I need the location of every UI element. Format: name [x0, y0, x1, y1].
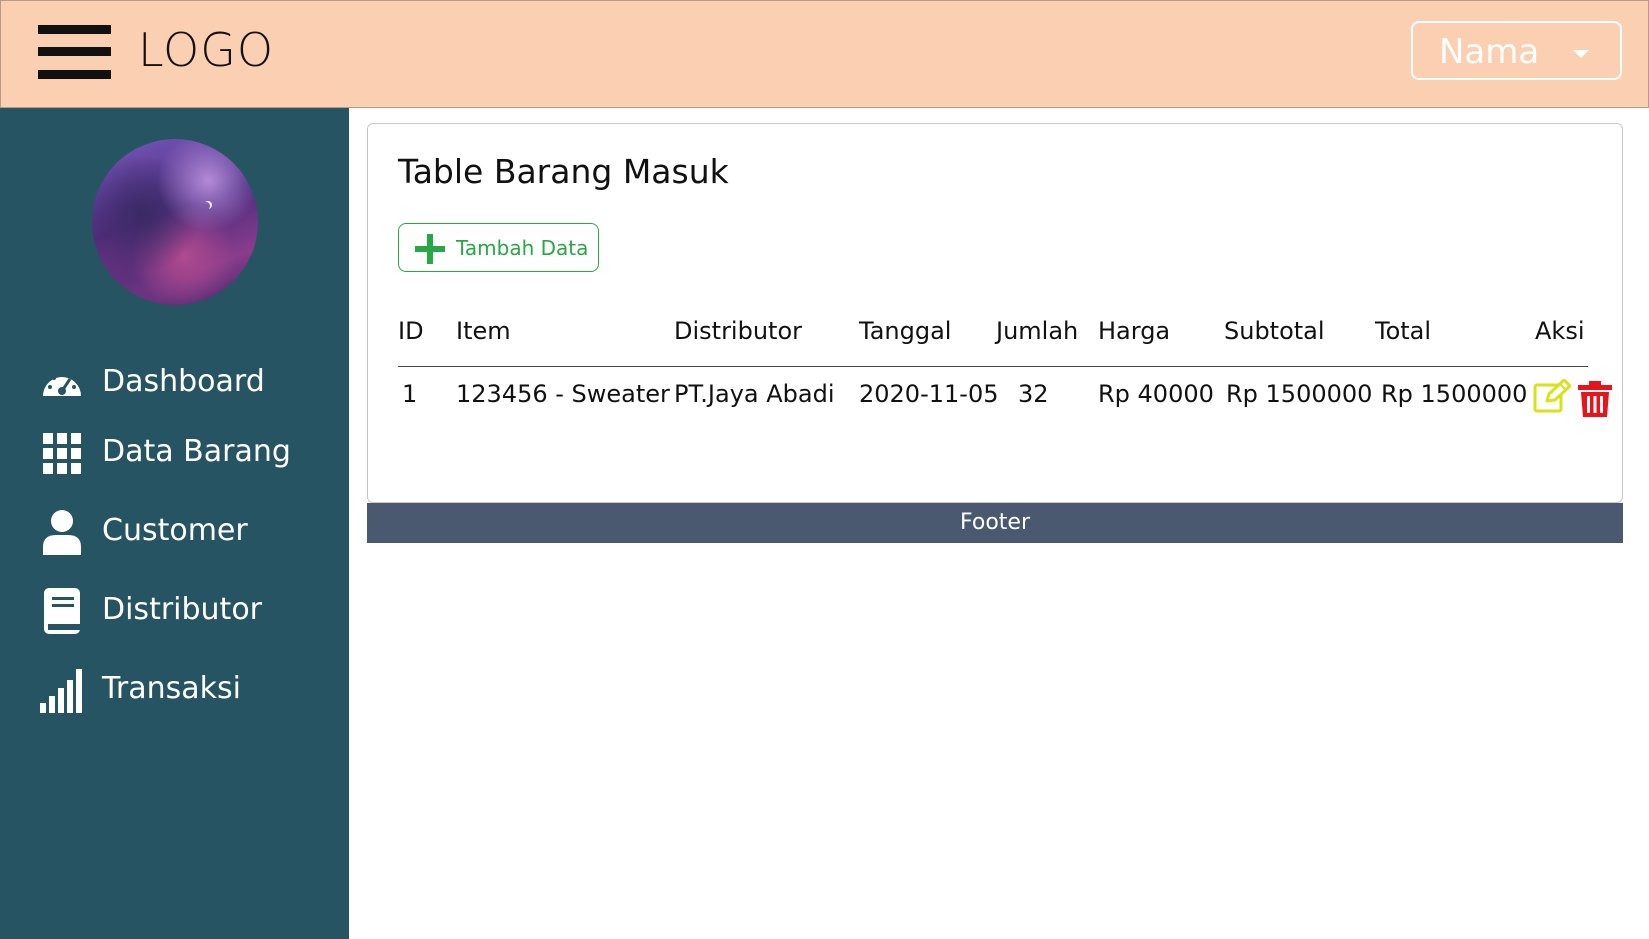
- page-title: Table Barang Masuk: [398, 152, 729, 191]
- sidebar-item-data-barang[interactable]: Data Barang: [40, 424, 330, 480]
- sidebar-item-transaksi[interactable]: Transaksi: [40, 661, 330, 717]
- book-icon: [44, 588, 80, 634]
- top-header: LOGO Nama: [0, 0, 1649, 108]
- sidebar-item-label: Customer: [102, 513, 248, 548]
- cell-harga: Rp 40000: [1098, 380, 1214, 408]
- logo[interactable]: LOGO: [138, 23, 274, 77]
- add-data-label: Tambah Data: [456, 236, 589, 260]
- table-card: Table Barang Masuk Tambah Data ID Item D…: [367, 123, 1623, 503]
- cell-item: 123456 - Sweater: [456, 380, 670, 408]
- cell-id: 1: [402, 380, 418, 408]
- footer: Footer: [367, 503, 1623, 543]
- plus-icon: [415, 234, 445, 264]
- sidebar-item-dashboard[interactable]: Dashboard: [40, 354, 330, 410]
- cell-total: Rp 1500000: [1381, 380, 1528, 408]
- footer-text: Footer: [960, 510, 1030, 535]
- caret-down-icon: [1573, 50, 1589, 58]
- sidebar-item-label: Transaksi: [102, 671, 241, 706]
- dashboard-gauge-icon: [43, 372, 81, 396]
- avatar: [92, 139, 258, 305]
- cell-tanggal: 2020-11-05: [859, 380, 999, 408]
- column-header-distributor: Distributor: [674, 317, 803, 345]
- column-header-jumlah: Jumlah: [996, 317, 1079, 345]
- user-icon: [43, 510, 81, 555]
- hamburger-menu-icon[interactable]: [38, 25, 111, 79]
- column-header-total: Total: [1375, 317, 1432, 345]
- grid-icon: [43, 433, 81, 474]
- cell-subtotal: Rp 1500000: [1226, 380, 1373, 408]
- column-header-harga: Harga: [1098, 317, 1171, 345]
- user-name: Nama: [1439, 32, 1540, 72]
- column-header-subtotal: Subtotal: [1224, 317, 1325, 345]
- column-header-aksi: Aksi: [1535, 317, 1585, 345]
- sidebar-item-label: Distributor: [102, 592, 263, 627]
- trash-icon[interactable]: [1578, 381, 1612, 417]
- sidebar-item-label: Dashboard: [102, 364, 265, 399]
- edit-icon[interactable]: [1533, 379, 1571, 413]
- sidebar-item-label: Data Barang: [102, 434, 291, 469]
- sidebar: Dashboard Data Barang Customer Distribut…: [0, 108, 349, 939]
- cell-distributor: PT.Jaya Abadi: [674, 380, 835, 408]
- column-header-item: Item: [456, 317, 511, 345]
- signal-bars-icon: [40, 669, 82, 713]
- column-header-tanggal: Tanggal: [859, 317, 952, 345]
- cell-jumlah: 32: [1018, 380, 1049, 408]
- column-header-id: ID: [398, 317, 424, 345]
- sidebar-item-distributor[interactable]: Distributor: [40, 582, 330, 638]
- user-dropdown[interactable]: Nama: [1411, 21, 1622, 80]
- header-divider: [398, 366, 1588, 367]
- sidebar-item-customer[interactable]: Customer: [40, 503, 330, 559]
- add-data-button[interactable]: Tambah Data: [398, 223, 599, 272]
